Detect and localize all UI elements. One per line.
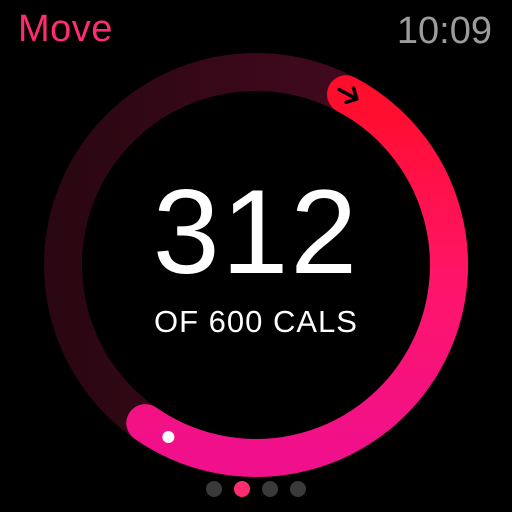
page-dot[interactable] <box>234 481 250 497</box>
page-dot[interactable] <box>262 481 278 497</box>
page-dot[interactable] <box>290 481 306 497</box>
page-dot[interactable] <box>206 481 222 497</box>
calories-value: 312 <box>152 165 360 299</box>
dot-icon <box>162 430 175 443</box>
move-activity-screen: Move 10:09 312 OF 600 CALS <box>0 0 512 512</box>
goal-label: OF 600 CALS <box>154 304 358 339</box>
page-indicator[interactable] <box>0 481 512 497</box>
